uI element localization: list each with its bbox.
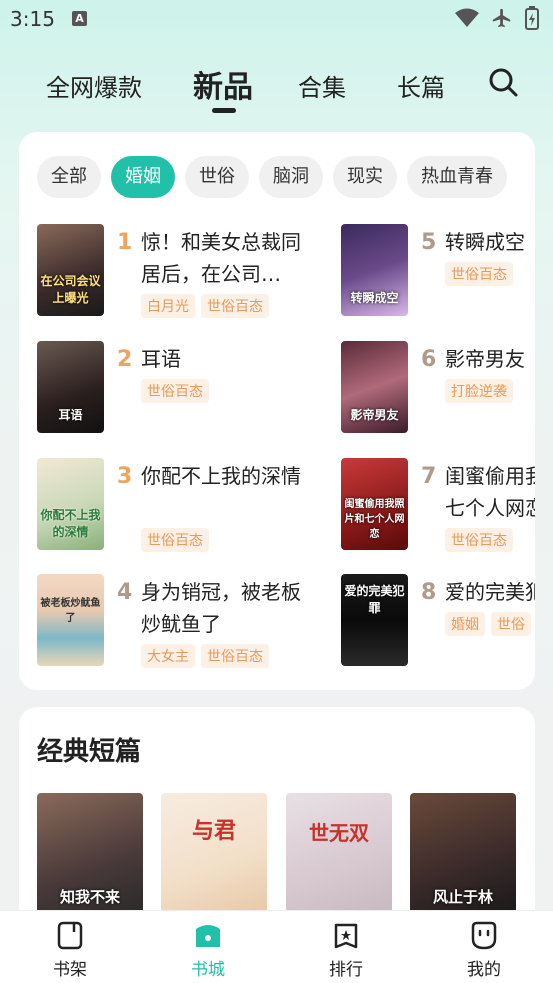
book-tag: 大女主 (141, 644, 195, 668)
bottom-nav: 书架 书城 排行 我的 (0, 910, 553, 983)
book-cover: 你配不上我的深情 (37, 458, 104, 550)
book-tag: 世俗百态 (201, 644, 269, 668)
book-tag: 世俗百态 (445, 528, 513, 552)
chip-全部[interactable]: 全部 (37, 156, 101, 198)
book-tags: 婚姻 世俗 (445, 612, 535, 636)
book-tags: 打脸逆袭 (445, 379, 519, 403)
book-tag: 世俗百态 (201, 294, 269, 318)
book-item[interactable]: 转瞬成空 5 转瞬成空 世俗百态 (341, 224, 535, 324)
book-tags: 世俗百态 (141, 379, 215, 403)
book-cover: 耳语 (37, 341, 104, 433)
book-item[interactable]: 影帝男友 6 影帝男友 打脸逆袭 (341, 341, 535, 441)
chip-婚姻[interactable]: 婚姻 (111, 156, 175, 198)
book-tag: 世俗 (491, 612, 531, 636)
short-book-cover[interactable]: 与君 (161, 793, 267, 913)
short-book-cover[interactable]: 世无双 (286, 793, 392, 913)
chip-现实[interactable]: 现实 (333, 156, 397, 198)
book-rank: 8 (421, 580, 437, 605)
book-tags: 世俗百态 (445, 528, 519, 552)
nav-bookstore[interactable]: 书城 (168, 919, 248, 980)
status-time: 3:15 (10, 7, 55, 31)
category-chips: 全部 婚姻 世俗 脑洞 现实 热血青春 (37, 156, 535, 200)
book-item[interactable]: 在公司会议上曝光 1 惊！和美女总裁同居后，在公司… 白月光 世俗百态 (37, 224, 337, 324)
section-title: 经典短篇 (37, 737, 142, 767)
active-tab-indicator (212, 108, 236, 113)
nav-ranking[interactable]: 排行 (306, 919, 386, 980)
book-rank: 1 (117, 230, 133, 255)
book-tag: 世俗百态 (445, 262, 513, 286)
book-rank: 2 (117, 347, 133, 372)
new-books-card: 全部 婚姻 世俗 脑洞 现实 热血青春 在公司会议上曝光 1 惊！和美女总裁同居后，在公司… (19, 132, 535, 690)
book-title: 惊！和美女总裁同居后，在公司… (141, 230, 301, 286)
book-item[interactable]: 被老板炒鱿鱼了 4 身为销冠，被老板炒鱿鱼了 大女主 世俗百态 (37, 574, 337, 674)
chip-脑洞[interactable]: 脑洞 (259, 156, 323, 198)
book-title: 转瞬成空 (445, 230, 525, 254)
bookstore-icon (196, 925, 220, 947)
book-tag: 世俗百态 (141, 528, 209, 552)
search-icon[interactable] (487, 66, 519, 98)
book-item[interactable]: 爱的完美犯罪 8 爱的完美犯罪 婚姻世俗 (341, 574, 535, 674)
book-title: 身为销冠，被老板炒鱿鱼了 (141, 580, 301, 636)
status-bar: 3:15 A (0, 0, 553, 40)
notification-a-icon: A (72, 11, 87, 26)
tab-新品[interactable]: 新品 (193, 62, 253, 106)
ranking-icon (334, 923, 358, 949)
book-tags: 世俗百态 (445, 262, 519, 286)
chip-世俗[interactable]: 世俗 (185, 156, 249, 198)
book-cover: 闺蜜偷用我照片和七个人网恋 (341, 458, 408, 550)
book-tags: 世俗百态 (141, 528, 215, 552)
battery-icon (525, 6, 539, 30)
book-title: 闺蜜偷用我照片和七个人网恋 (445, 464, 535, 520)
top-tabs: 全网爆款 新品 合集 长篇 (0, 62, 553, 113)
book-rank: 6 (421, 347, 437, 372)
chip-热血青春[interactable]: 热血青春 (407, 156, 507, 198)
book-item[interactable]: 耳语 2 耳语 世俗百态 (37, 341, 337, 441)
wifi-icon (455, 8, 479, 27)
book-cover: 影帝男友 (341, 341, 408, 433)
book-tag: 婚姻 (445, 612, 485, 636)
book-title: 爱的完美犯罪 (445, 580, 535, 604)
book-tags: 白月光 世俗百态 (141, 294, 275, 318)
book-cover: 在公司会议上曝光 (37, 224, 104, 316)
short-book-cover[interactable]: 风止于林 (410, 793, 516, 913)
book-item[interactable]: 你配不上我的深情 3 你配不上我的深情 世俗百态 (37, 458, 337, 558)
book-cover: 爱的完美犯罪 (341, 574, 408, 666)
tab-长篇[interactable]: 长篇 (397, 68, 445, 103)
book-tag: 打脸逆袭 (445, 379, 513, 403)
status-icons (455, 6, 539, 30)
book-rank: 7 (421, 464, 437, 489)
nav-mine[interactable]: 我的 (444, 919, 524, 980)
book-tag: 世俗百态 (141, 379, 209, 403)
book-title: 影帝男友 (445, 347, 525, 371)
tab-全网爆款[interactable]: 全网爆款 (46, 68, 142, 103)
book-rank: 5 (421, 230, 437, 255)
book-cover: 转瞬成空 (341, 224, 408, 316)
book-rank: 3 (117, 464, 133, 489)
nav-bookshelf[interactable]: 书架 (30, 919, 110, 980)
profile-icon (471, 921, 497, 950)
bookshelf-icon (57, 921, 83, 950)
book-title: 耳语 (141, 347, 181, 371)
book-cover: 被老板炒鱿鱼了 (37, 574, 104, 666)
book-item[interactable]: 闺蜜偷用我照片和七个人网恋 7 闺蜜偷用我照片和七个人网恋 世俗百态 (341, 458, 535, 558)
book-tag: 白月光 (141, 294, 195, 318)
airplane-icon (492, 8, 511, 28)
book-tags: 大女主 世俗百态 (141, 644, 275, 668)
book-rank: 4 (117, 580, 133, 605)
short-book-cover[interactable]: 知我不来 (37, 793, 143, 913)
book-title: 你配不上我的深情 (141, 464, 301, 488)
tab-合集[interactable]: 合集 (298, 68, 346, 103)
